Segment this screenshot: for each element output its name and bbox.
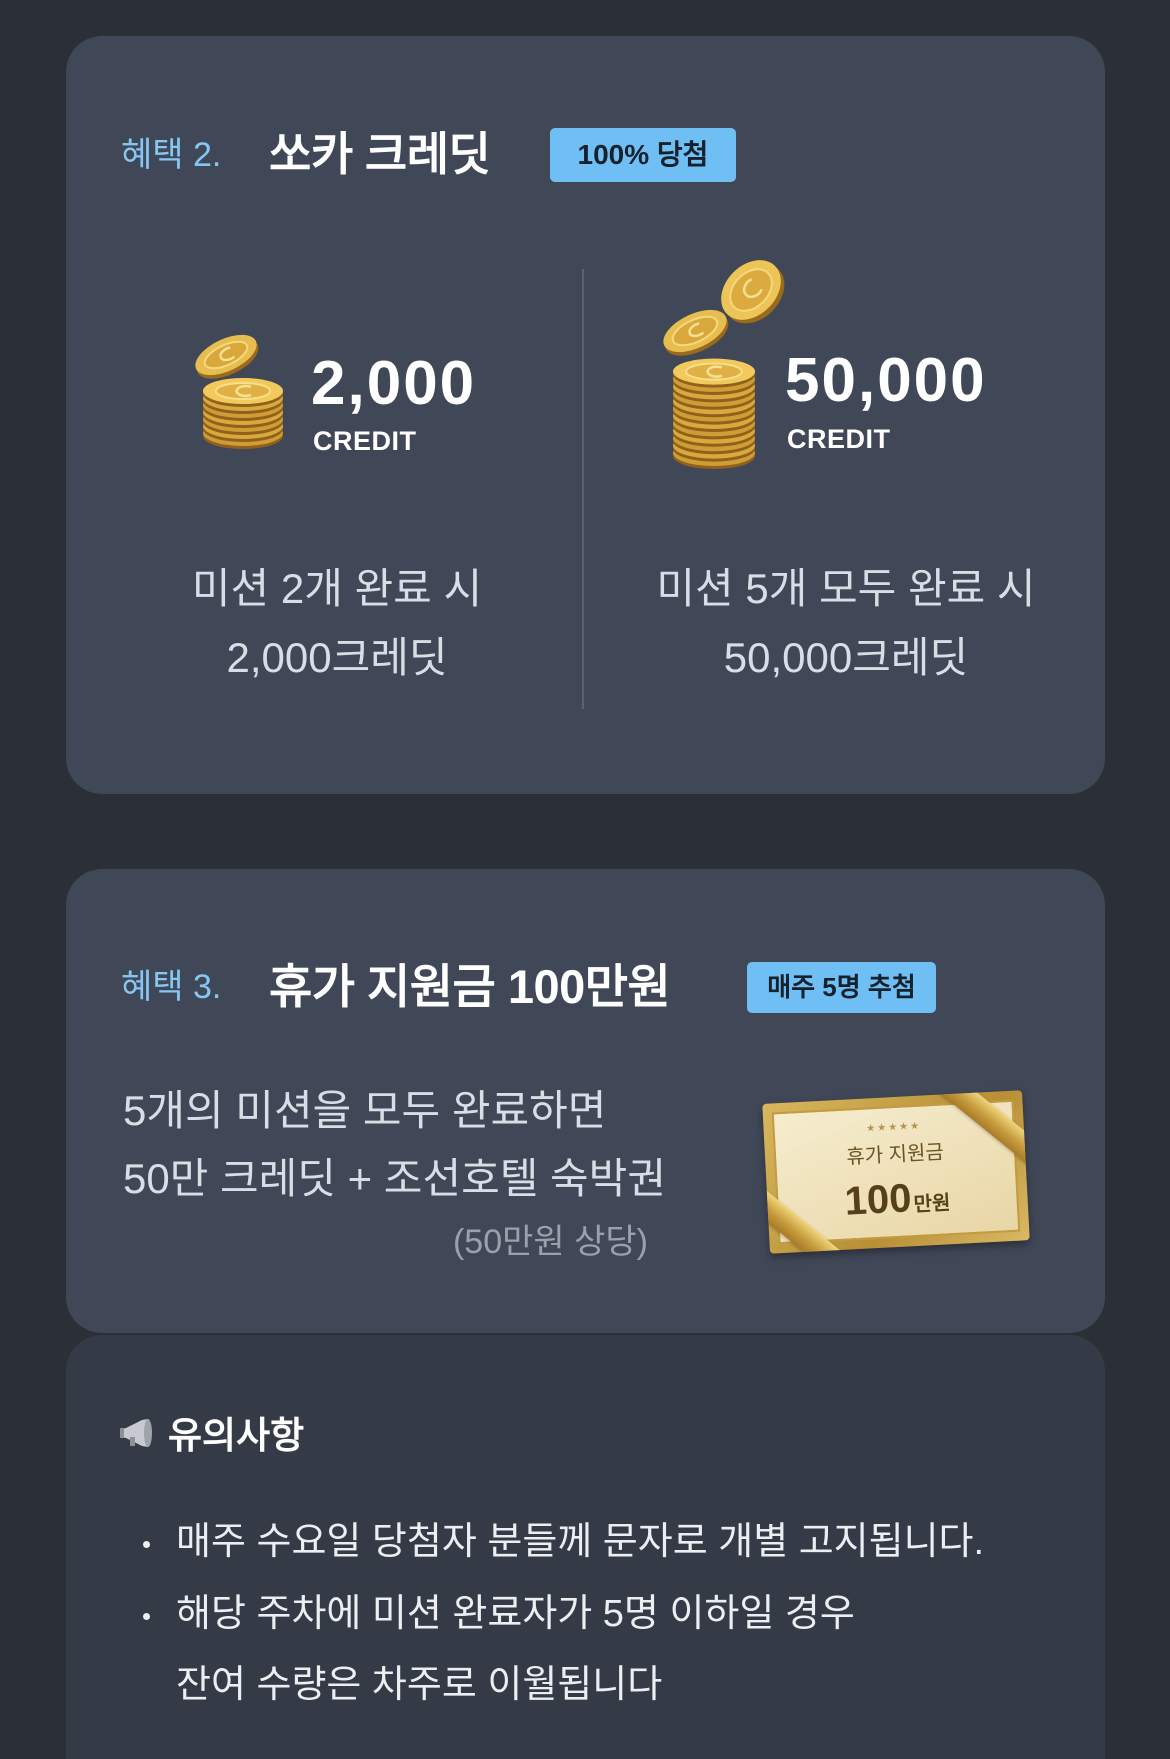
floating-coin — [195, 334, 259, 379]
reward-value-note: (50만원 상당) — [452, 1223, 648, 1261]
megaphone-icon — [120, 1419, 152, 1447]
benefit-title: 쏘카 크레딧 — [269, 128, 491, 180]
credit-amount: 50,000 — [785, 346, 987, 415]
notice-card: 유의사항 매주 수요일 당첨자 분들께 문자로 개별 고지됩니다. 해당 주차에… — [66, 1335, 1105, 1759]
benefit-label: 혜택 2. — [121, 136, 222, 174]
voucher-amount-unit: 만원 — [913, 1192, 952, 1217]
draw-badge: 매주 5명 추첨 — [747, 962, 936, 1013]
tier-condition: 미션 5개 모두 완료 시 — [656, 565, 1036, 612]
coin-stack — [203, 378, 283, 449]
benefit-title: 휴가 지원금 100만원 — [269, 960, 671, 1013]
coin-stack-icon — [195, 334, 283, 449]
notice-item-continued: 잔여 수량은 차주로 이월됩니다 — [176, 1664, 663, 1706]
voucher-amount-number: 100 — [843, 1176, 913, 1224]
benefit-credit-card: 혜택 2. 쏘카 크레딧 100% 당첨 2,000 CREDIT 미션 2개 … — [66, 36, 1105, 794]
benefit-vacation-card: 혜택 3. 휴가 지원금 100만원 매주 5명 추첨 5개의 미션을 모두 완… — [66, 869, 1105, 1333]
floating-coin — [663, 309, 729, 356]
tier-reward: 50,000크레딧 — [723, 634, 969, 681]
credit-unit: CREDIT — [313, 426, 417, 456]
tier-divider — [582, 269, 584, 709]
credit-unit: CREDIT — [787, 424, 891, 454]
tier-condition: 미션 2개 완료 시 — [191, 565, 483, 612]
vacation-condition: 5개의 미션을 모두 완료하면 — [123, 1087, 607, 1134]
promo-page: 혜택 2. 쏘카 크레딧 100% 당첨 2,000 CREDIT 미션 2개 … — [0, 0, 1170, 1759]
vacation-reward: 50만 크레딧 + 조선호텔 숙박권 — [123, 1155, 666, 1202]
win-rate-badge: 100% 당첨 — [550, 128, 736, 182]
coin-stack — [673, 358, 755, 469]
tier-reward: 2,000크레딧 — [226, 634, 448, 681]
coin-stack-large-icon — [663, 260, 785, 469]
bullet-dot — [143, 1541, 150, 1548]
benefit-label: 혜택 3. — [121, 968, 222, 1006]
notice-item: 매주 수요일 당첨자 분들께 문자로 개별 고지됩니다. — [176, 1521, 985, 1563]
notice-title: 유의사항 — [168, 1415, 305, 1456]
credit-amount: 2,000 — [311, 349, 477, 418]
notice-item: 해당 주차에 미션 완료자가 5명 이하일 경우 — [176, 1593, 855, 1635]
voucher-image: ★★★★★ 휴가 지원금 100만원 — [762, 1090, 1030, 1254]
bullet-dot — [143, 1613, 150, 1620]
